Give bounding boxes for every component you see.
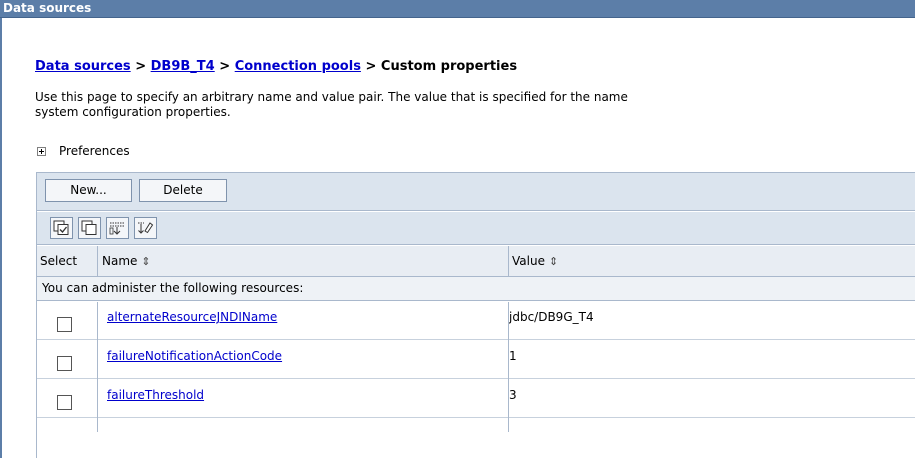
- property-value: 3: [509, 388, 517, 402]
- description-line-2: system configuration properties.: [35, 105, 231, 119]
- breadcrumb-separator: >: [219, 59, 231, 74]
- description-line-1: Use this page to specify an arbitrary na…: [35, 90, 628, 104]
- table-row: failureNotificationActionCode 1: [37, 341, 915, 379]
- table-row: alternateResourceJNDIName jdbc/DB9G_T4: [37, 302, 915, 340]
- breadcrumb-separator: >: [365, 59, 377, 74]
- column-divider: [97, 246, 98, 277]
- window-title-bar: Data sources: [0, 0, 915, 18]
- row-select-checkbox[interactable]: [57, 356, 72, 371]
- preferences-label: Preferences: [59, 144, 130, 158]
- panel-left-border: [0, 18, 2, 458]
- table-header-row: Select Name ⇕ Value ⇕: [37, 246, 915, 277]
- collection-panel: New... Delete Select Name ⇕ Value ⇕ You …: [36, 172, 915, 458]
- preferences-toggle[interactable]: Preferences: [37, 144, 130, 158]
- window-title: Data sources: [3, 1, 92, 15]
- plus-expand-icon[interactable]: [37, 146, 46, 156]
- show-filter-icon[interactable]: [106, 217, 129, 239]
- column-divider: [97, 302, 98, 432]
- property-name-link[interactable]: failureNotificationActionCode: [107, 349, 282, 363]
- property-name-link[interactable]: alternateResourceJNDIName: [107, 310, 277, 324]
- breadcrumb-link-data-sources[interactable]: Data sources: [35, 59, 131, 74]
- column-divider: [508, 246, 509, 277]
- table-row: failureThreshold 3: [37, 380, 915, 418]
- breadcrumb-separator: >: [135, 59, 147, 74]
- column-header-value[interactable]: Value ⇕: [509, 246, 909, 276]
- table-group-row: You can administer the following resourc…: [37, 277, 915, 301]
- clear-filter-icon[interactable]: [134, 217, 157, 239]
- breadcrumb: Data sources > DB9B_T4 > Connection pool…: [35, 59, 517, 74]
- button-toolbar: New... Delete: [37, 173, 915, 211]
- column-header-select: Select: [40, 254, 78, 268]
- property-name-link[interactable]: failureThreshold: [107, 388, 204, 402]
- deselect-all-icon[interactable]: [78, 217, 101, 239]
- page-description: Use this page to specify an arbitrary na…: [35, 90, 915, 120]
- sort-icon[interactable]: ⇕: [549, 255, 558, 268]
- new-button[interactable]: New...: [45, 179, 132, 202]
- select-all-icon[interactable]: [50, 217, 73, 239]
- property-value: jdbc/DB9G_T4: [509, 310, 594, 324]
- column-header-name[interactable]: Name ⇕: [99, 246, 509, 276]
- column-divider: [508, 302, 509, 432]
- breadcrumb-link-connection-pools[interactable]: Connection pools: [235, 59, 361, 74]
- delete-button[interactable]: Delete: [139, 179, 227, 202]
- property-value: 1: [509, 349, 517, 363]
- row-select-checkbox[interactable]: [57, 395, 72, 410]
- breadcrumb-link-db9b-t4[interactable]: DB9B_T4: [151, 59, 215, 74]
- icon-toolbar: [37, 212, 915, 245]
- sort-icon[interactable]: ⇕: [141, 255, 150, 268]
- row-select-checkbox[interactable]: [57, 317, 72, 332]
- breadcrumb-current-page: Custom properties: [380, 59, 518, 74]
